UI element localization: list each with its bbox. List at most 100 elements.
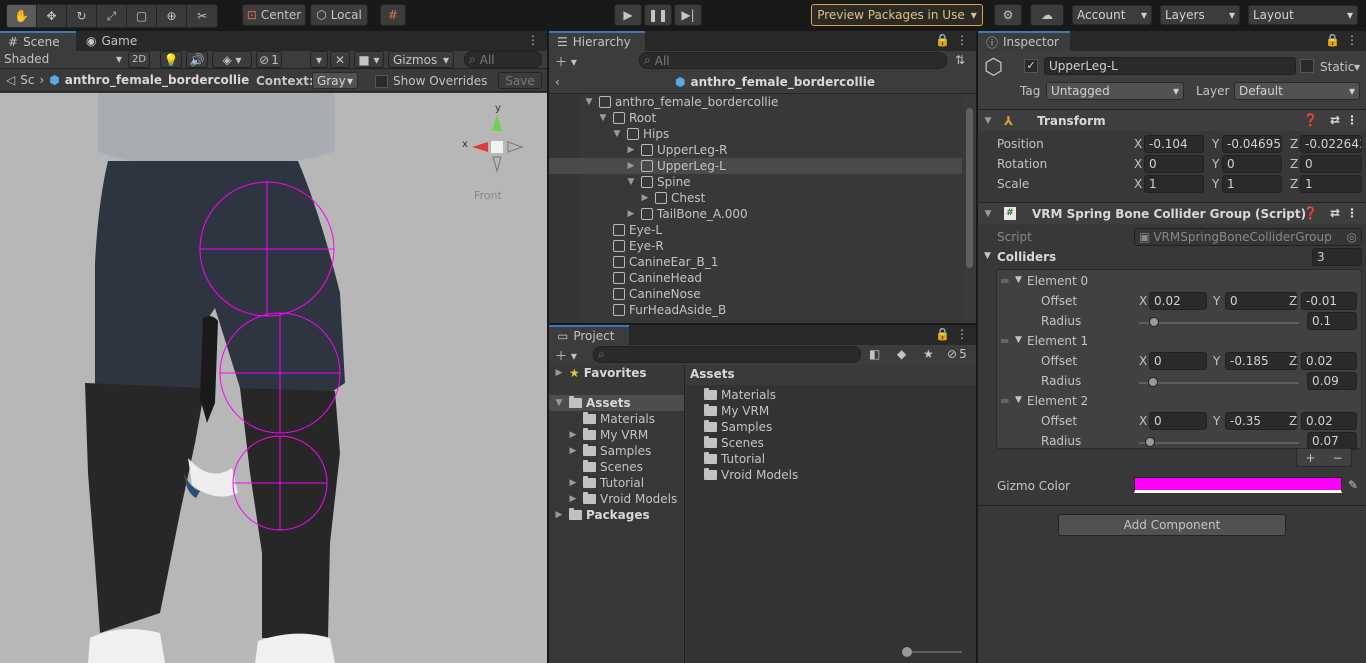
list-item[interactable]: FurHeadAside_B [597,302,726,318]
layers-dropdown[interactable]: Layers ▾ [1160,5,1240,25]
add-component-button[interactable]: Add Component [1058,514,1286,536]
pause-button[interactable]: ❚❚ [644,4,672,26]
breadcrumb-root[interactable]: Sc [20,73,34,87]
list-item[interactable]: ▶ Chest [639,190,706,206]
audio-toggle-icon[interactable]: 🔊 [186,51,208,68]
step-button[interactable]: ▶| [674,4,702,26]
effects-toggle-icon[interactable]: ◈ ▾ [212,51,252,68]
radius-slider-knob[interactable] [1147,377,1158,387]
list-item[interactable]: ▶ UpperLeg-R [625,142,728,158]
list-item[interactable]: Vroid Models [704,467,798,483]
radius-field[interactable]: 0.1 [1307,312,1357,330]
context-dropdown[interactable]: Gray ▾ [312,72,358,89]
colliders-foldout-icon[interactable]: ▼ [984,251,991,261]
position-y-field[interactable]: -0.046959 [1222,135,1282,153]
drag-handle-icon[interactable]: ═ [1001,394,1008,408]
scene-search-input[interactable]: ⌕ All [464,51,542,68]
add-icon[interactable]: ＋ ▾ [555,347,577,364]
preview-packages-button[interactable]: Preview Packages in Use ▾ [811,4,983,26]
tab-game[interactable]: ◉ Game [78,31,145,51]
tab-inspector[interactable]: ⓘ Inspector [978,31,1070,51]
kebab-menu-icon[interactable]: ⋮ [1346,33,1358,47]
rotation-x-field[interactable]: 0 [1144,155,1204,173]
gizmos-dropdown[interactable]: Gizmos ▾ [388,51,454,68]
hierarchy-scrollbar[interactable] [963,94,976,323]
list-item[interactable]: Materials [704,387,776,403]
list-item[interactable]: Tutorial [704,451,765,467]
play-button[interactable]: ▶ [614,4,642,26]
radius-slider-knob[interactable] [1144,437,1155,447]
account-dropdown[interactable]: Account ▾ [1072,5,1152,25]
offset-y-field[interactable]: 0 [1225,292,1297,310]
list-item[interactable]: Scenes [704,435,764,451]
layout-dropdown[interactable]: Layout ▾ [1248,5,1358,25]
active-checkbox[interactable]: ✓ [1024,59,1038,73]
list-item[interactable]: Eye-L [597,222,662,238]
label-icon[interactable]: ◆ [897,347,906,361]
offset-x-field[interactable]: 0 [1149,352,1207,370]
2d-toggle[interactable]: 2D [128,51,150,68]
tree-item[interactable]: Scenes [567,459,643,475]
radius-slider-track[interactable] [1139,442,1299,444]
save-button[interactable]: Save [498,72,542,89]
scale-x-field[interactable]: 1 [1144,175,1204,193]
scene-viewport[interactable]: y x Front [0,93,547,663]
tree-item[interactable]: Materials [567,411,655,427]
foldout-icon[interactable]: ▼ [1015,395,1022,405]
lock-icon[interactable]: 🔒 [935,327,950,341]
foldout-icon[interactable]: ▼ [1015,275,1022,285]
help-icon[interactable]: ❓ [1303,206,1318,220]
list-item[interactable]: CanineHead [597,270,702,286]
tree-item[interactable]: ▶ Samples [567,443,651,459]
drag-handle-icon[interactable]: ═ [1001,274,1008,288]
tree-item[interactable]: ▶ My VRM [567,427,648,443]
add-element-icon[interactable]: + [1305,451,1315,465]
list-item[interactable]: ▼ Root [597,110,657,126]
list-item[interactable]: CanineEar_B_1 [597,254,718,270]
list-item[interactable]: Eye-R [597,238,664,254]
filter-type-icon[interactable]: ◧ [869,347,880,361]
view-label[interactable]: Front [474,189,502,202]
camera-icon[interactable]: ■ ▾ [354,51,384,68]
list-item[interactable]: CanineNose [597,286,701,302]
hidden-packages-toggle[interactable]: ⊘ 5 [947,347,967,361]
breadcrumb-prefab[interactable]: anthro_female_bordercollie [65,73,250,87]
static-checkbox[interactable] [1300,59,1314,73]
layer-dropdown[interactable]: Default ▾ [1234,82,1360,100]
list-item[interactable]: ▶ TailBone_A.000 [625,206,748,222]
tag-dropdown[interactable]: Untagged ▾ [1046,82,1184,100]
offset-y-field[interactable]: -0.185 [1225,352,1297,370]
transform-header[interactable]: ▼ ⅄ Transform ❓ ⇄ ⋮ [978,109,1366,131]
pivot-mode-button[interactable]: ⊡ Center [242,4,306,26]
move-tool-icon[interactable]: ✥ [37,5,67,27]
icon-size-slider[interactable] [902,647,962,657]
offset-z-field[interactable]: -0.01 [1301,292,1357,310]
star-icon[interactable]: ★ [923,347,934,361]
radius-slider-track[interactable] [1139,382,1299,384]
list-item[interactable]: ▼ Hips [611,126,670,142]
help-icon[interactable]: ❓ [1303,113,1318,127]
drag-handle-icon[interactable]: ═ [1001,334,1008,348]
scale-y-field[interactable]: 1 [1222,175,1282,193]
kebab-menu-icon[interactable]: ⋮ [1346,206,1358,220]
tree-item-packages[interactable]: ▶ Packages [553,507,650,523]
list-item[interactable]: ▼ Spine [625,174,691,190]
tree-item[interactable]: ▶ Tutorial [567,475,644,491]
kebab-menu-icon[interactable]: ⋮ [956,33,968,47]
remove-element-icon[interactable]: − [1332,451,1342,465]
collider-group-header[interactable]: ▼ # VRM Spring Bone Collider Group (Scri… [978,202,1366,224]
show-overrides-toggle[interactable]: Show Overrides [375,74,487,88]
tree-item[interactable]: ▶ Vroid Models [567,491,677,507]
hierarchy-search-input[interactable]: ⌕ All [639,52,947,69]
services-gear-button[interactable]: ⚙ [994,4,1022,26]
target-icon[interactable]: ◎ [1347,230,1357,244]
project-search-input[interactable]: ⌕ [593,346,861,363]
shading-mode-dropdown[interactable]: Shaded ▾ [4,52,122,66]
tab-scene[interactable]: # Scene [0,31,76,51]
list-item[interactable]: Samples [704,419,772,435]
rotate-tool-icon[interactable]: ↻ [67,5,97,27]
presets-icon[interactable]: ⇄ [1330,113,1340,127]
checkbox[interactable] [375,74,388,88]
gizmo-color-swatch[interactable] [1134,477,1342,493]
radius-slider-track[interactable] [1139,322,1299,324]
